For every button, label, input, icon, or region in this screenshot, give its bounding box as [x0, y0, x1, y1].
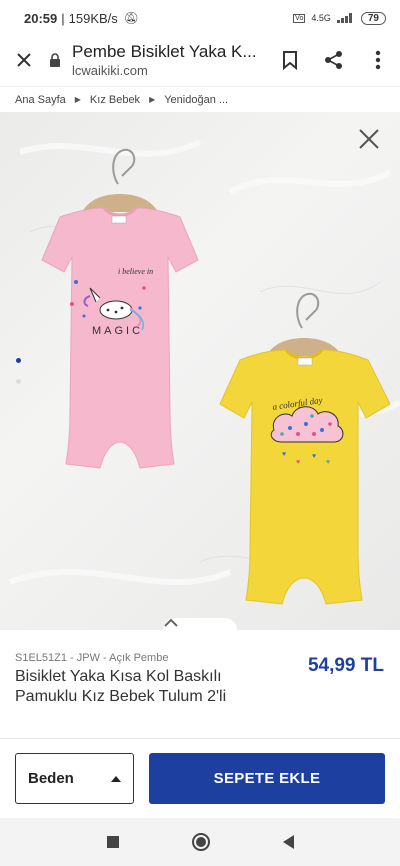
- home-icon: [195, 837, 206, 847]
- recents-button[interactable]: [106, 836, 119, 848]
- status-right: Vo 4.5G 79: [293, 11, 386, 25]
- battery-level: 79: [367, 12, 379, 24]
- svg-text:♥: ♥: [282, 451, 286, 458]
- status-bar: 20:59 | 159KB/s 🔕︎ Vo 4.5G 79: [0, 0, 400, 36]
- breadcrumb: Ana Sayfa ▶ Kız Bebek ▶ Yenidoğan ...: [0, 86, 400, 112]
- gallery-dot[interactable]: [16, 358, 21, 363]
- size-select-label: Beden: [28, 770, 74, 787]
- close-icon: [17, 53, 31, 67]
- mute-icon: 🔕︎: [123, 11, 140, 25]
- product-price: 54,99 TL: [307, 655, 384, 676]
- status-separator: |: [61, 10, 65, 26]
- back-button[interactable]: [282, 835, 294, 849]
- system-nav-bar: [0, 818, 400, 866]
- breadcrumb-category[interactable]: Kız Bebek: [90, 94, 140, 106]
- svg-text:♥: ♥: [296, 459, 300, 466]
- svg-text:♥: ♥: [312, 453, 316, 460]
- bookmark-icon: [283, 51, 297, 70]
- battery-icon: 79: [360, 11, 386, 25]
- signal-icon: [336, 13, 355, 23]
- browser-toolbar: Pembe Bisiklet Yaka K... lcwaikiki.com: [0, 36, 400, 84]
- chevron-right-icon: ▶: [74, 95, 81, 104]
- product-name: Bisiklet Yaka Kısa Kol Baskılı Pamuklu K…: [15, 668, 227, 705]
- share-icon: [325, 51, 342, 69]
- status-time: 20:59: [24, 10, 58, 26]
- close-tab-button[interactable]: [0, 36, 48, 84]
- network-type: 4.5G: [311, 13, 331, 23]
- home-button[interactable]: [191, 833, 210, 851]
- chevron-right-icon: ▶: [149, 95, 156, 104]
- pink-print-bottom: MAGIC: [92, 325, 143, 337]
- caret-up-icon: [111, 775, 121, 782]
- breadcrumb-home[interactable]: Ana Sayfa: [15, 94, 66, 106]
- pink-print-top: i believe in: [118, 267, 153, 276]
- product-sku: S1EL51Z1 - JPW - Açık Pembe: [15, 652, 169, 664]
- breadcrumb-subcategory[interactable]: Yenidoğan ...: [164, 94, 228, 106]
- address-area[interactable]: Pembe Bisiklet Yaka K... lcwaikiki.com: [72, 42, 268, 78]
- more-vertical-icon: [375, 50, 381, 70]
- gallery-close-button[interactable]: [356, 126, 382, 152]
- bookmark-button[interactable]: [268, 36, 312, 84]
- gallery-pagination: [16, 358, 21, 384]
- add-to-cart-button[interactable]: SEPETE EKLE: [149, 753, 385, 804]
- expand-details-button[interactable]: [163, 618, 237, 630]
- product-info: S1EL51Z1 - JPW - Açık Pembe Bisiklet Yak…: [0, 630, 400, 738]
- status-speed: 159KB/s: [68, 10, 118, 26]
- product-image: i believe in MAGIC a colorful day ♥♥♥♥: [8, 139, 400, 605]
- page-title: Pembe Bisiklet Yaka K...: [72, 42, 257, 61]
- volte-icon: Vo: [293, 13, 306, 23]
- lock-icon: [50, 53, 60, 67]
- close-icon: [359, 129, 379, 149]
- page-url: lcwaikiki.com: [72, 63, 148, 78]
- share-button[interactable]: [312, 36, 356, 84]
- chevron-up-icon: [164, 618, 178, 627]
- size-select[interactable]: Beden: [15, 753, 134, 804]
- more-menu-button[interactable]: [356, 36, 400, 84]
- svg-text:♥: ♥: [326, 459, 330, 466]
- purchase-bar: Beden SEPETE EKLE: [0, 738, 400, 818]
- product-gallery[interactable]: i believe in MAGIC a colorful day ♥ ♥ ♥ ♥: [0, 112, 400, 630]
- gallery-dot[interactable]: [16, 379, 21, 384]
